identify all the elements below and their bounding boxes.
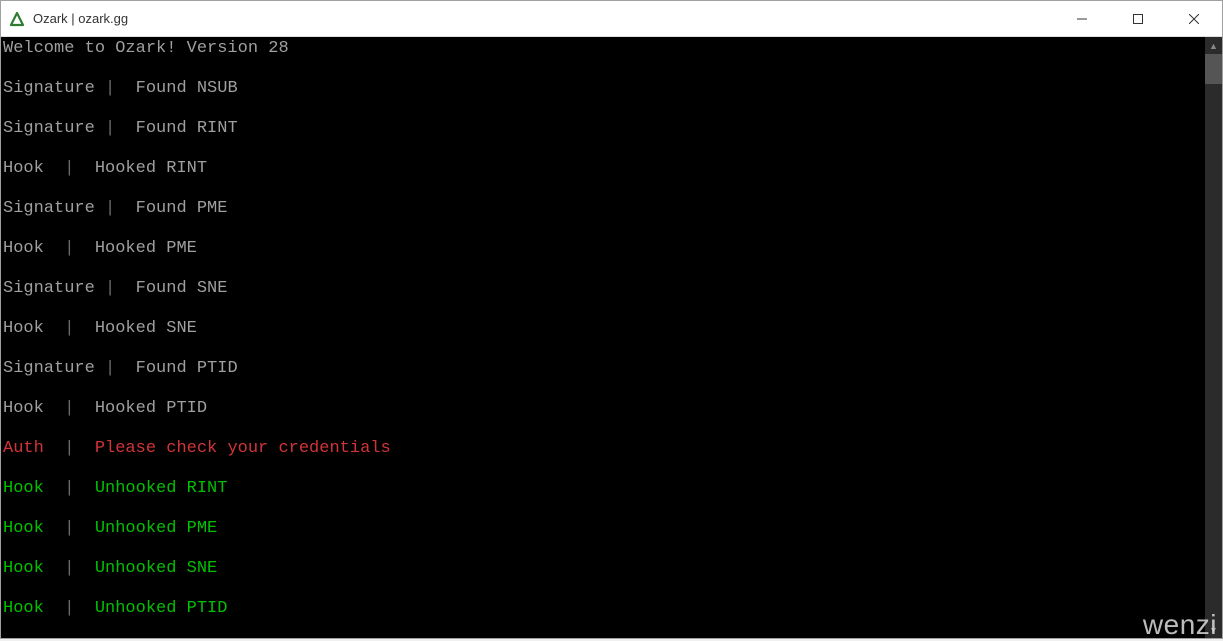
console-line-separator: |	[95, 79, 126, 99]
console-line: Signature | Found NSUB	[3, 79, 1205, 99]
console-line-category: Signature	[3, 359, 95, 378]
close-button[interactable]	[1166, 1, 1222, 36]
console-line: Auth | Please check your credentials	[3, 439, 1205, 459]
scroll-thumb[interactable]	[1205, 54, 1222, 84]
console-line-separator: |	[54, 479, 85, 499]
console-line-message: Unhooked SNE	[85, 559, 218, 578]
console-line-category: Signature	[3, 199, 95, 218]
console-line-category: Hook	[3, 599, 54, 618]
console-line-separator: |	[95, 119, 126, 139]
console-line-category: Hook	[3, 159, 54, 178]
console-line-separator: |	[54, 239, 85, 259]
console-line-message: Found NSUB	[125, 79, 237, 98]
console-line-message: Hooked RINT	[85, 159, 207, 178]
maximize-button[interactable]	[1110, 1, 1166, 36]
console-line-separator: |	[54, 559, 85, 579]
minimize-button[interactable]	[1054, 1, 1110, 36]
console-line-category: Auth	[3, 439, 54, 458]
console-line-separator: |	[54, 319, 85, 339]
console-line-separator: |	[54, 599, 85, 619]
console-line: Hook | Unhooked RINT	[3, 479, 1205, 499]
console-line-category: Hook	[3, 479, 54, 498]
console-line-message: Unhooked PME	[85, 519, 218, 538]
app-icon	[9, 11, 25, 27]
console-line-message: Hooked PME	[85, 239, 197, 258]
titlebar-left: Ozark | ozark.gg	[1, 11, 128, 27]
console-welcome-line: Welcome to Ozark! Version 28	[3, 39, 1205, 59]
console-line-separator: |	[54, 399, 85, 419]
console-line: Signature | Found RINT	[3, 119, 1205, 139]
console-output: Welcome to Ozark! Version 28 Signature |…	[1, 37, 1205, 638]
console-line-separator: |	[54, 439, 85, 459]
window-title: Ozark | ozark.gg	[33, 11, 128, 26]
console-line: Hook | Hooked PME	[3, 239, 1205, 259]
console-line-message: Found SNE	[125, 279, 227, 298]
app-window: Ozark | ozark.gg Welcome to Ozark! Versi…	[0, 0, 1223, 639]
console-line-message: Unhooked RINT	[85, 479, 228, 498]
console-line-message: Found PME	[125, 199, 227, 218]
console-line: Hook | Unhooked PTID	[3, 599, 1205, 619]
console-area: Welcome to Ozark! Version 28 Signature |…	[1, 37, 1222, 638]
console-line-message: Hooked PTID	[85, 399, 207, 418]
console-line: Hook | Unhooked PME	[3, 519, 1205, 539]
console-line: Signature | Found PME	[3, 199, 1205, 219]
console-line: Hook | Unhooked SNE	[3, 559, 1205, 579]
console-line-message: Found PTID	[125, 359, 237, 378]
console-line-separator: |	[95, 199, 126, 219]
console-line: Signature | Found PTID	[3, 359, 1205, 379]
console-line-category: Hook	[3, 319, 54, 338]
console-line: Signature | Found SNE	[3, 279, 1205, 299]
console-line-message: Found RINT	[125, 119, 237, 138]
vertical-scrollbar[interactable]: ▲ ▼	[1205, 37, 1222, 638]
console-line-category: Signature	[3, 79, 95, 98]
console-line: Hook | Hooked SNE	[3, 319, 1205, 339]
console-line-separator: |	[95, 359, 126, 379]
window-controls	[1054, 1, 1222, 36]
console-line: Hook | Hooked PTID	[3, 399, 1205, 419]
console-line-category: Signature	[3, 279, 95, 298]
console-line-separator: |	[54, 519, 85, 539]
console-line-separator: |	[54, 159, 85, 179]
console-line: Hook | Hooked RINT	[3, 159, 1205, 179]
console-line-message: Unhooked PTID	[85, 599, 228, 618]
console-line-category: Hook	[3, 399, 54, 418]
console-line-category: Hook	[3, 239, 54, 258]
titlebar[interactable]: Ozark | ozark.gg	[1, 1, 1222, 37]
console-line-category: Hook	[3, 519, 54, 538]
scroll-up-arrow[interactable]: ▲	[1205, 37, 1222, 54]
scroll-down-arrow[interactable]: ▼	[1205, 621, 1222, 638]
console-line-category: Signature	[3, 119, 95, 138]
console-line-separator: |	[95, 279, 126, 299]
console-line-category: Hook	[3, 559, 54, 578]
console-line-message: Hooked SNE	[85, 319, 197, 338]
console-line-message: Please check your credentials	[85, 439, 391, 458]
